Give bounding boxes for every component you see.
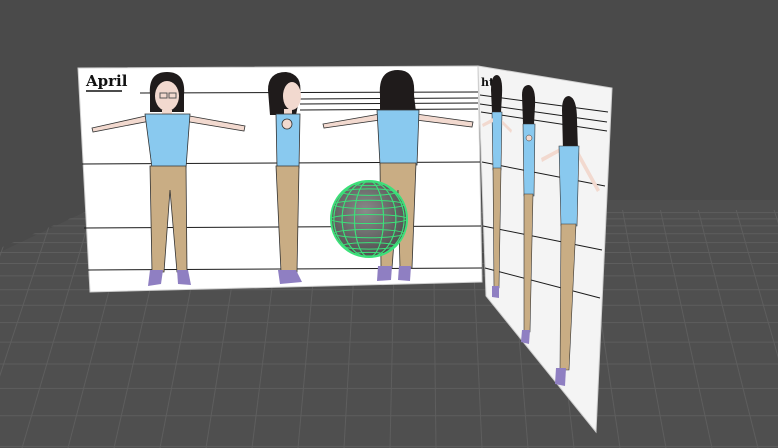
sheet-title-label: April: [85, 72, 128, 90]
front-reference-sheet[interactable]: April: [77, 65, 483, 293]
sphere-gizmo[interactable]: [330, 180, 408, 258]
3d-viewport[interactable]: April ht: [0, 0, 778, 448]
